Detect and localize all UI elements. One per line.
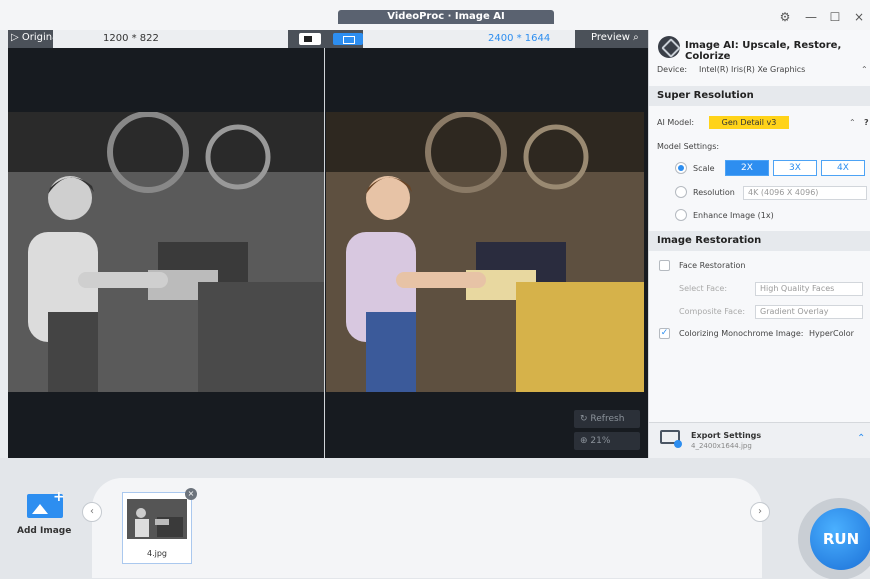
- minimize-button[interactable]: —: [802, 8, 820, 26]
- resolution-select[interactable]: 4K (4096 X 4096): [743, 186, 867, 200]
- run-button[interactable]: RUN: [810, 508, 870, 570]
- resolution-label: Resolution: [693, 188, 735, 197]
- window-title: VideoProc · Image AI: [338, 10, 554, 24]
- thumbnail-card[interactable]: 4.jpg ×: [122, 488, 197, 564]
- export-filename: 4_2400x1644.jpg: [691, 442, 752, 450]
- original-image: [8, 112, 324, 392]
- zoom-button[interactable]: ⊕ 21%: [574, 432, 640, 450]
- refresh-icon: ↻: [580, 414, 591, 424]
- maximize-button[interactable]: ☐: [826, 8, 844, 26]
- colorizing-label: Colorizing Monochrome Image:: [679, 329, 804, 338]
- settings-panel: Image AI: Upscale, Restore, Colorize Dev…: [648, 30, 870, 458]
- image-restoration-heading: Image Restoration: [649, 231, 870, 251]
- scale-label: Scale: [693, 164, 715, 173]
- scale-radio[interactable]: [675, 162, 687, 174]
- select-face-label: Select Face:: [679, 284, 728, 293]
- output-resolution: 2400 * 1644: [363, 30, 575, 48]
- scale-2x-button[interactable]: 2X: [725, 160, 769, 176]
- original-resolution: 1200 * 822: [53, 30, 288, 48]
- add-image-label[interactable]: Add Image: [17, 526, 71, 536]
- close-icon[interactable]: ×: [185, 488, 197, 500]
- gear-icon[interactable]: ⚙: [776, 8, 794, 26]
- chevron-updown-icon[interactable]: ⌃: [849, 118, 856, 127]
- enhance-label: Enhance Image (1x): [693, 211, 774, 220]
- title-bar: VideoProc · Image AI ⚙ — ☐ ×: [0, 0, 870, 30]
- ai-model-select[interactable]: Gen Detail v3: [709, 116, 789, 129]
- close-button[interactable]: ×: [850, 8, 868, 26]
- zoom-label: 21%: [590, 436, 611, 446]
- processed-image: [326, 112, 644, 392]
- preview-header: ▷ Original 1200 * 822 2400 * 1644 Previe…: [8, 30, 648, 48]
- export-settings-bar[interactable]: Export Settings 4_2400x1644.jpg ⌃: [649, 422, 870, 458]
- face-restoration-label: Face Restoration: [679, 261, 746, 270]
- preview-button[interactable]: Preview ⌕: [591, 32, 639, 43]
- model-settings-label: Model Settings:: [657, 142, 720, 151]
- resolution-radio[interactable]: [675, 186, 687, 198]
- zoom-icon: ⊕: [580, 436, 591, 446]
- chevron-left-icon[interactable]: ‹: [82, 502, 102, 522]
- device-select[interactable]: Intel(R) Iris(R) Xe Graphics: [699, 65, 805, 74]
- split-divider[interactable]: [324, 48, 325, 458]
- refresh-button[interactable]: ↻ Refresh: [574, 410, 640, 428]
- ai-model-label: AI Model:: [657, 118, 695, 127]
- scale-3x-button[interactable]: 3X: [773, 160, 817, 176]
- colorizing-select[interactable]: HyperColor: [809, 329, 854, 338]
- app-window: VideoProc · Image AI ⚙ — ☐ × ▷ Original …: [0, 0, 870, 579]
- enhance-radio[interactable]: [675, 209, 687, 221]
- face-restoration-checkbox[interactable]: [659, 260, 670, 271]
- composite-face-label: Composite Face:: [679, 307, 746, 316]
- colorizing-checkbox[interactable]: ✓: [659, 328, 670, 339]
- chevron-right-icon[interactable]: ›: [750, 502, 770, 522]
- image-ai-logo-icon: [658, 36, 680, 58]
- bottom-bar: Add Image ‹ 4.jpg × › RUN: [0, 458, 870, 579]
- export-title: Export Settings: [691, 431, 762, 440]
- single-view-button[interactable]: [299, 33, 321, 45]
- thumbnail-label: 4.jpg: [146, 549, 167, 558]
- export-icon: [660, 430, 682, 448]
- device-label: Device:: [657, 65, 688, 74]
- scale-4x-button[interactable]: 4X: [821, 160, 865, 176]
- select-face-select[interactable]: High Quality Faces: [755, 282, 863, 296]
- panel-title: Image AI: Upscale, Restore, Colorize: [685, 40, 842, 62]
- split-view-button[interactable]: [333, 33, 363, 45]
- chevron-updown-icon[interactable]: ⌃: [861, 65, 868, 74]
- composite-face-select[interactable]: Gradient Overlay: [755, 305, 863, 319]
- super-resolution-heading: Super Resolution: [649, 86, 870, 106]
- add-image-icon[interactable]: [27, 489, 65, 518]
- chevron-up-icon[interactable]: ⌃: [857, 433, 865, 444]
- refresh-label: Refresh: [590, 414, 625, 424]
- image-preview: ↻ Refresh ⊕ 21%: [8, 48, 648, 458]
- help-icon[interactable]: ?: [864, 118, 869, 127]
- thumbnail-image: [127, 499, 187, 539]
